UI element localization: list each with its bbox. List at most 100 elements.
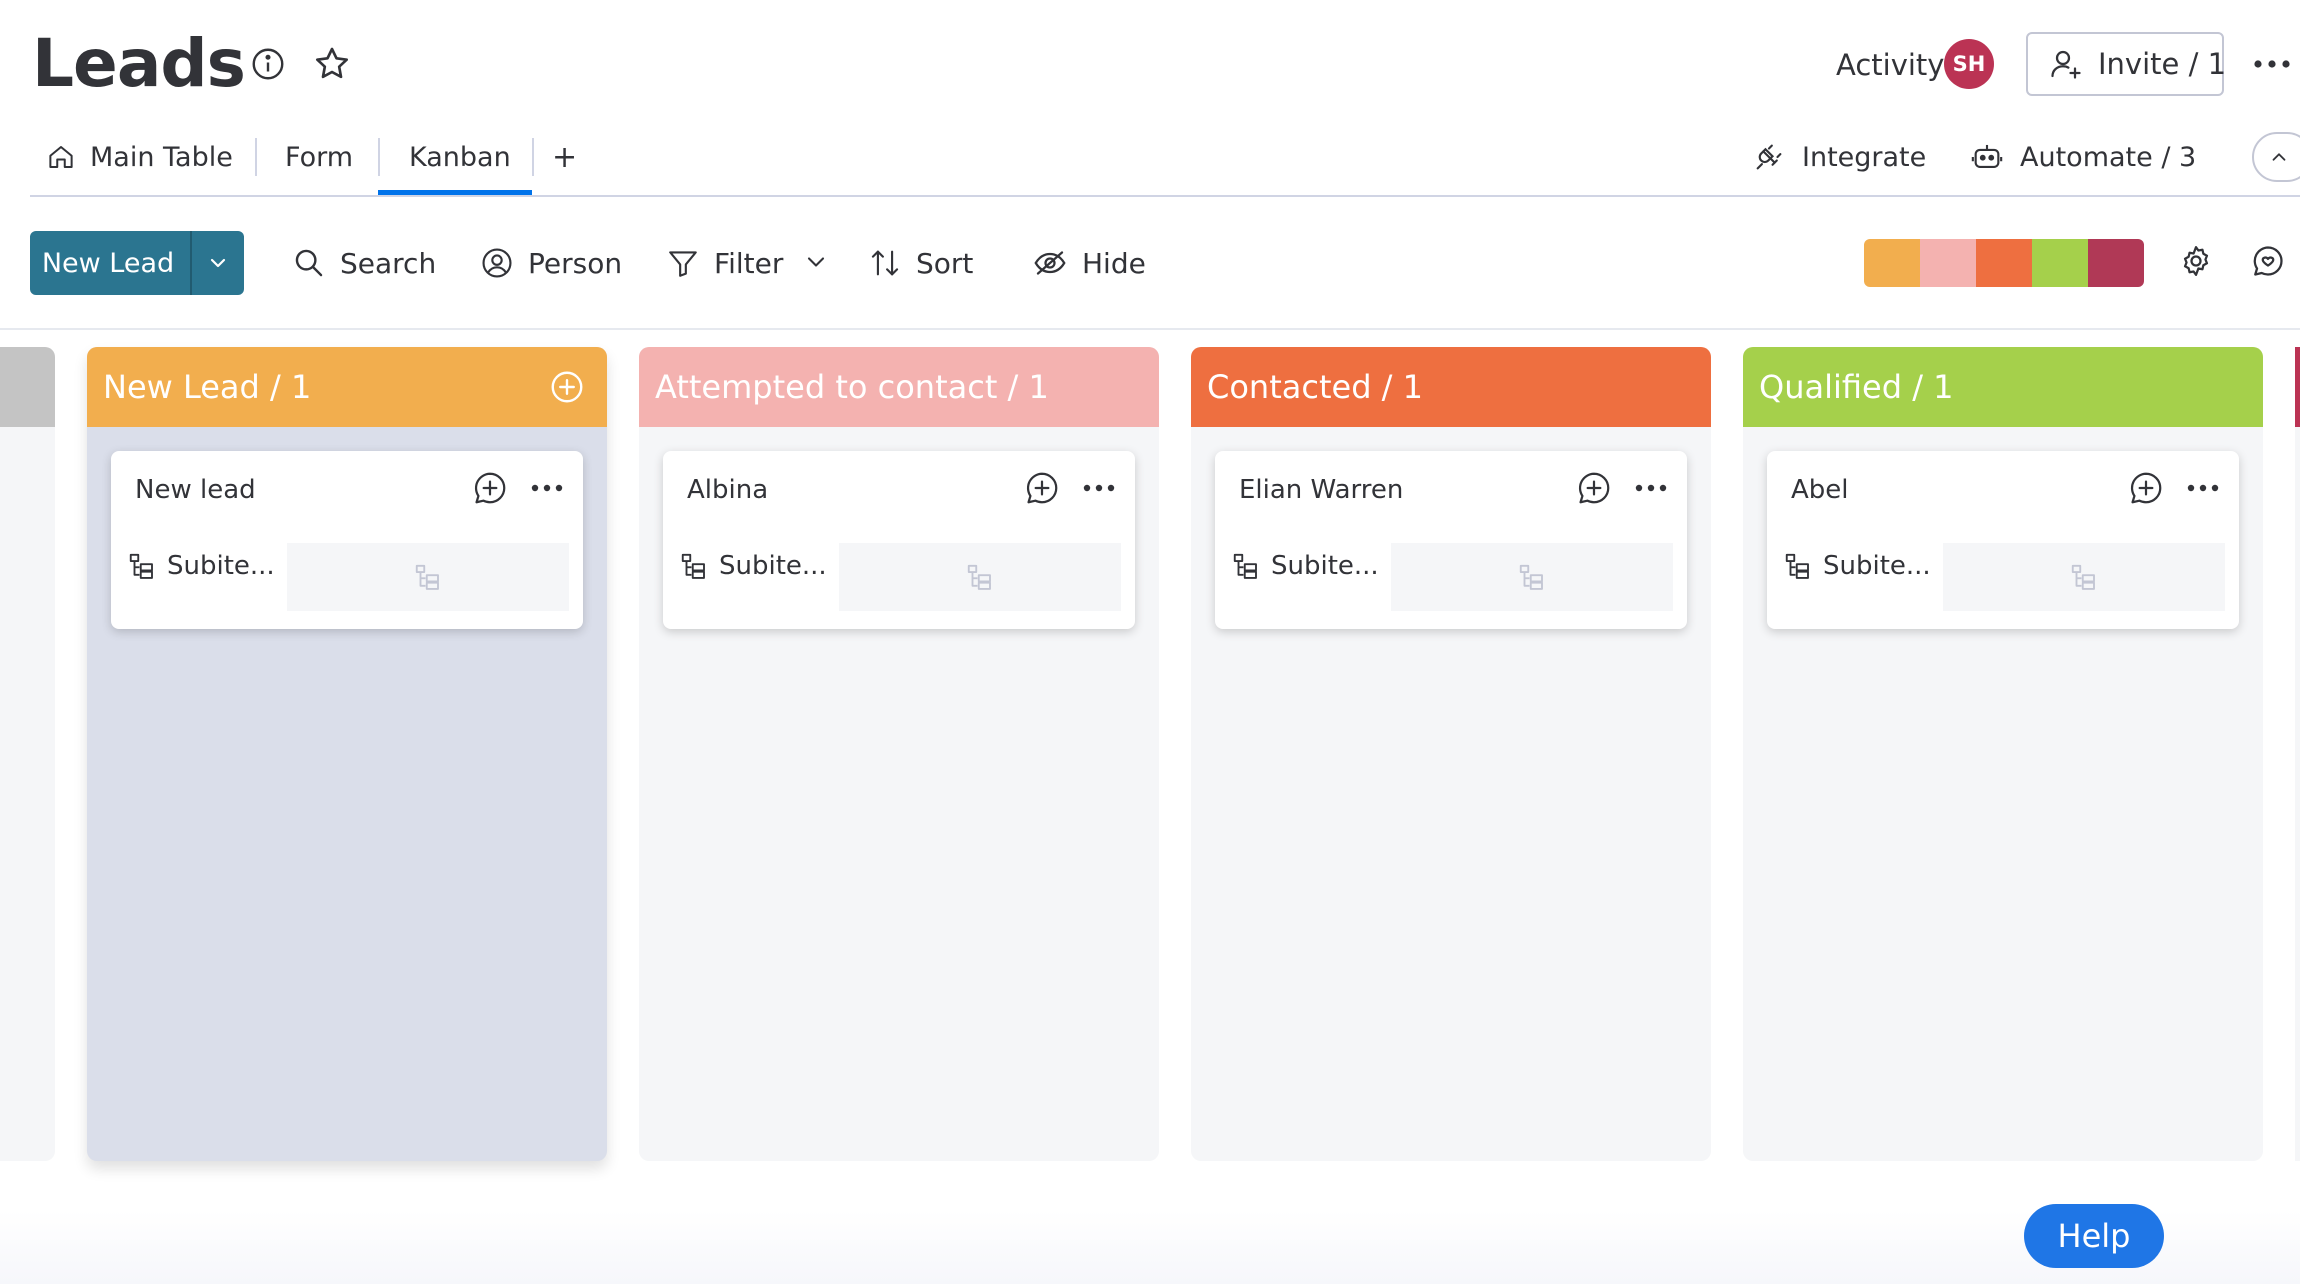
automate-button[interactable]: Automate / 3: [1970, 132, 2196, 182]
tab-kanban[interactable]: Kanban: [409, 132, 511, 182]
kanban-card[interactable]: Elian Warren Subite...: [1215, 451, 1687, 629]
activity-button[interactable]: Activity: [1836, 40, 1944, 90]
tabs-divider: [30, 195, 2300, 197]
subitems-link[interactable]: Subite...: [679, 551, 827, 581]
help-button[interactable]: Help: [2024, 1204, 2164, 1268]
card-title[interactable]: Albina: [687, 475, 768, 505]
subitems-label: Subite...: [719, 551, 827, 581]
status-color-swatch: [1864, 239, 1920, 287]
column-header[interactable]: Attempted to contact / 1: [639, 347, 1159, 427]
integrate-button[interactable]: Integrate: [1752, 132, 1926, 182]
home-icon: [46, 142, 76, 172]
active-tab-indicator: [378, 190, 532, 195]
subitems-icon: [413, 562, 443, 592]
tab-divider: [378, 138, 380, 176]
subitems-link[interactable]: Subite...: [127, 551, 275, 581]
filter-button[interactable]: Filter: [666, 238, 783, 288]
subitems-label: Subite...: [1271, 551, 1379, 581]
chevron-down-icon[interactable]: [190, 231, 244, 295]
sort-icon: [868, 246, 902, 280]
add-view-label: +: [552, 139, 578, 175]
hide-label: Hide: [1082, 246, 1146, 280]
status-color-swatch: [2088, 239, 2144, 287]
new-lead-button[interactable]: New Lead: [30, 231, 244, 295]
person-icon: [480, 246, 514, 280]
kanban-card[interactable]: Albina Subite...: [663, 451, 1135, 629]
subitems-icon: [127, 551, 157, 581]
subitems-icon: [965, 562, 995, 592]
subitems-label: Subite...: [1823, 551, 1931, 581]
sort-button[interactable]: Sort: [868, 238, 973, 288]
eye-off-icon: [1032, 245, 1068, 281]
kanban-column-partial: [0, 347, 55, 1161]
feedback-icon[interactable]: [2250, 243, 2286, 279]
integrate-icon: [1752, 140, 1786, 174]
more-options-icon[interactable]: [2187, 483, 2219, 493]
column-title: New Lead / 1: [103, 368, 312, 406]
invite-label: Invite / 1: [2098, 47, 2227, 81]
gear-icon[interactable]: [2178, 243, 2214, 279]
subitems-cell[interactable]: [1943, 543, 2225, 611]
search-button[interactable]: Search: [292, 238, 436, 288]
avatar[interactable]: SH: [1944, 39, 1994, 89]
collapse-header-button[interactable]: [2252, 132, 2300, 182]
kanban-column-partial: [2295, 347, 2300, 1161]
tab-main-table-label: Main Table: [90, 141, 233, 173]
board-title: Leads: [32, 25, 246, 102]
kanban-column-new-lead: New Lead / 1 New lead Subite...: [87, 347, 607, 1161]
tab-divider: [532, 138, 534, 176]
more-options-icon[interactable]: [1083, 483, 1115, 493]
card-title[interactable]: Elian Warren: [1239, 475, 1403, 505]
card-title[interactable]: Abel: [1791, 475, 1849, 505]
subitems-cell[interactable]: [287, 543, 569, 611]
tab-main-table[interactable]: Main Table: [46, 132, 233, 182]
star-icon[interactable]: [312, 44, 352, 84]
subitems-icon: [2069, 562, 2099, 592]
add-update-icon[interactable]: [471, 469, 509, 507]
sort-label: Sort: [916, 246, 974, 280]
column-header[interactable]: Contacted / 1: [1191, 347, 1711, 427]
subitems-cell[interactable]: [839, 543, 1121, 611]
more-options-icon[interactable]: [2252, 54, 2292, 74]
subitems-link[interactable]: Subite...: [1783, 551, 1931, 581]
column-header[interactable]: Qualified / 1: [1743, 347, 2263, 427]
tab-form[interactable]: Form: [285, 132, 353, 182]
integrate-label: Integrate: [1802, 141, 1927, 173]
more-options-icon[interactable]: [531, 483, 563, 493]
kanban-column-qualified: Qualified / 1 Abel Subite...: [1743, 347, 2263, 1161]
card-title[interactable]: New lead: [135, 475, 256, 505]
info-icon[interactable]: [250, 46, 286, 82]
add-update-icon[interactable]: [2127, 469, 2165, 507]
more-options-icon[interactable]: [1635, 483, 1667, 493]
person-label: Person: [528, 246, 623, 280]
add-update-icon[interactable]: [1023, 469, 1061, 507]
kanban-column-attempted-to-contact: Attempted to contact / 1 Albina Subite..: [639, 347, 1159, 1161]
person-filter-button[interactable]: Person: [480, 238, 622, 288]
kanban-column-contacted: Contacted / 1 Elian Warren Subite...: [1191, 347, 1711, 1161]
subitems-cell[interactable]: [1391, 543, 1673, 611]
kanban-card[interactable]: New lead Subite...: [111, 451, 583, 629]
status-color-legend[interactable]: [1864, 239, 2144, 287]
column-title: Contacted / 1: [1207, 368, 1423, 406]
subitems-icon: [679, 551, 709, 581]
subitems-link[interactable]: Subite...: [1231, 551, 1379, 581]
status-color-swatch: [1976, 239, 2032, 287]
invite-button[interactable]: Invite / 1: [2026, 32, 2227, 96]
add-update-icon[interactable]: [1575, 469, 1613, 507]
status-color-swatch: [2032, 239, 2088, 287]
tab-divider: [255, 138, 257, 176]
add-user-icon: [2048, 46, 2084, 82]
subitems-icon: [1231, 551, 1261, 581]
tab-kanban-label: Kanban: [409, 141, 511, 173]
add-view-button[interactable]: +: [552, 132, 577, 182]
kanban-card[interactable]: Abel Subite...: [1767, 451, 2239, 629]
chevron-down-icon[interactable]: [802, 248, 830, 276]
robot-icon: [1970, 140, 2004, 174]
hide-button[interactable]: Hide: [1032, 238, 1146, 288]
column-title: Qualified / 1: [1759, 368, 1954, 406]
automate-label: Automate / 3: [2020, 141, 2197, 173]
activity-label: Activity: [1836, 48, 1945, 82]
column-header[interactable]: New Lead / 1: [87, 347, 607, 427]
add-circle-icon[interactable]: [549, 369, 585, 405]
tab-form-label: Form: [285, 141, 354, 173]
